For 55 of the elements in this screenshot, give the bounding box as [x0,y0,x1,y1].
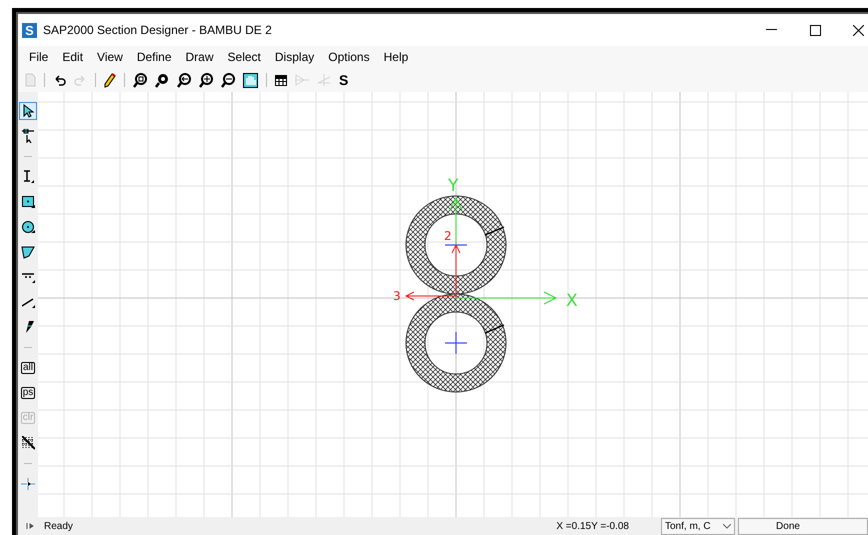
zoom-icon[interactable] [177,72,191,88]
menu-item[interactable]: Edit [55,48,90,66]
drawing-canvas[interactable]: Y X 2 3 [38,92,868,519]
maximize-icon[interactable] [810,24,821,36]
units-dropdown[interactable]: Tonf, m, C [661,518,735,534]
menu-item[interactable]: Options [321,48,377,66]
close-icon[interactable] [853,24,864,36]
local-3-axis [404,292,456,300]
zoom-in-icon[interactable] [199,72,213,88]
axis-label: X [566,291,578,311]
status-field: Done [738,518,868,534]
menu-item[interactable]: Help [376,48,416,66]
menu-item[interactable]: Display [268,48,322,66]
reshape-icon [22,129,34,143]
global-y-axis [450,196,462,246]
centroid-mark [444,332,468,354]
snap-icon [21,477,35,491]
tube-section[interactable] [406,196,506,294]
caret-icon [723,524,731,528]
axis-label: 2 [444,229,452,243]
axis-label: 3 [393,289,401,303]
tool-button[interactable] [19,193,37,211]
menu-item[interactable]: View [90,48,130,66]
zoom-out-icon[interactable] [221,72,235,88]
grip-icon [26,522,34,530]
axis-label: Y [448,176,458,196]
circle-icon [22,220,34,234]
i-beam-icon [22,170,34,184]
tool-button[interactable] [19,102,37,120]
zoom-icon[interactable] [133,72,147,88]
pointer-icon [21,104,35,118]
tool-button[interactable]: all [19,359,37,377]
app-logo: S [22,22,37,38]
menu-item[interactable]: Draw [178,48,221,66]
polygon-icon [21,245,35,259]
zoom-icon[interactable] [155,72,169,88]
table-icon[interactable] [275,74,287,86]
window-title: SAP2000 Section Designer - BAMBU DE 2 [43,22,272,39]
status-message: Ready [44,520,73,534]
tool-button[interactable] [19,218,37,236]
coordinates-readout: X =0.15Y =-0.08 [556,520,629,534]
undo-icon[interactable] [53,74,66,86]
menu-item[interactable]: Define [130,48,179,66]
tube-section[interactable] [406,294,506,392]
section-properties-button[interactable]: S [339,73,348,87]
pencil-icon[interactable] [104,72,116,88]
tool-button[interactable]: ps [19,384,37,402]
menu-item[interactable]: File [22,48,56,66]
tool-button[interactable] [19,127,37,145]
rectangle-icon [22,195,34,209]
hatch-icon [22,436,34,450]
menu-item[interactable]: Select [220,48,268,66]
local-2-axis [452,244,460,298]
minimize-icon[interactable] [766,29,777,31]
tool-button[interactable] [19,434,37,452]
